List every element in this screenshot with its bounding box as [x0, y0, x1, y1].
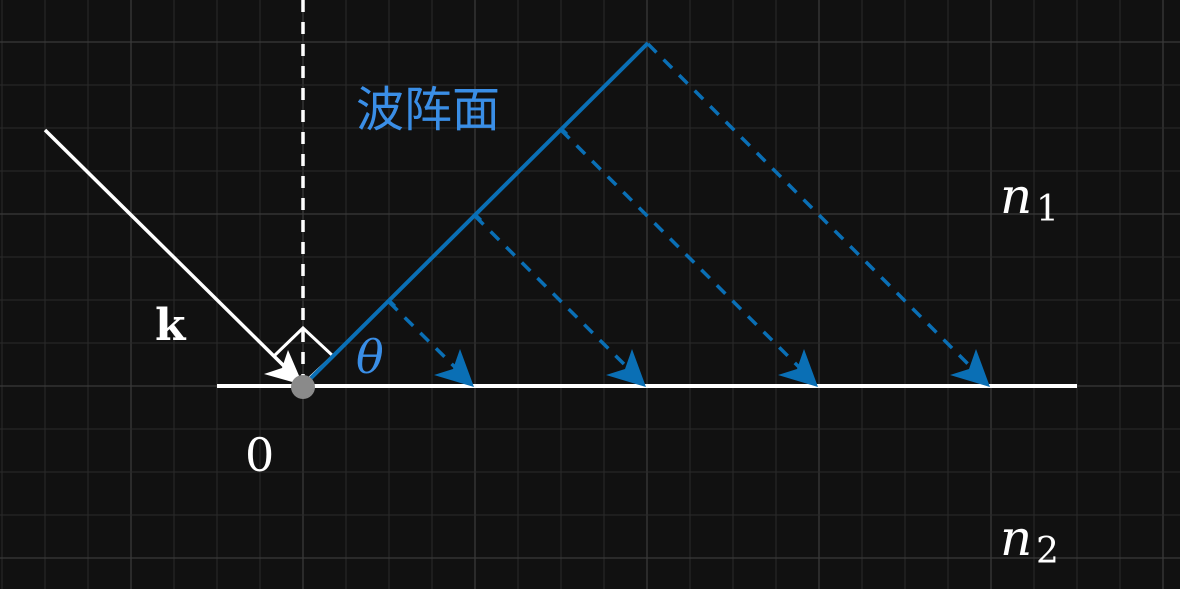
medium-lower-subscript: 2: [1036, 531, 1059, 572]
medium-upper-label: n 1: [1000, 167, 1059, 230]
diagram-canvas: 波阵面 k θ 0 n 1 n 2: [0, 0, 1180, 589]
wavefront-label: 波阵面: [356, 82, 500, 138]
propagation-ray-2: [473, 214, 642, 382]
propagation-arrowheads: [434, 349, 990, 387]
angle-label: θ: [356, 330, 384, 384]
diagram-svg: 波阵面 k θ 0 n 1 n 2: [0, 0, 1180, 589]
background-grid: [0, 0, 1180, 589]
arrowhead-4: [950, 349, 990, 387]
medium-lower-symbol: n: [1000, 509, 1032, 567]
origin-point: [291, 375, 315, 399]
arrowhead-3: [778, 349, 818, 387]
medium-lower-label: n 2: [1000, 509, 1059, 572]
propagation-ray-4: [646, 42, 986, 382]
vector-label: k: [155, 300, 187, 351]
arrowhead-2: [606, 349, 646, 387]
origin-label: 0: [245, 428, 274, 482]
medium-upper-subscript: 1: [1036, 189, 1059, 230]
medium-upper-symbol: n: [1000, 167, 1032, 225]
